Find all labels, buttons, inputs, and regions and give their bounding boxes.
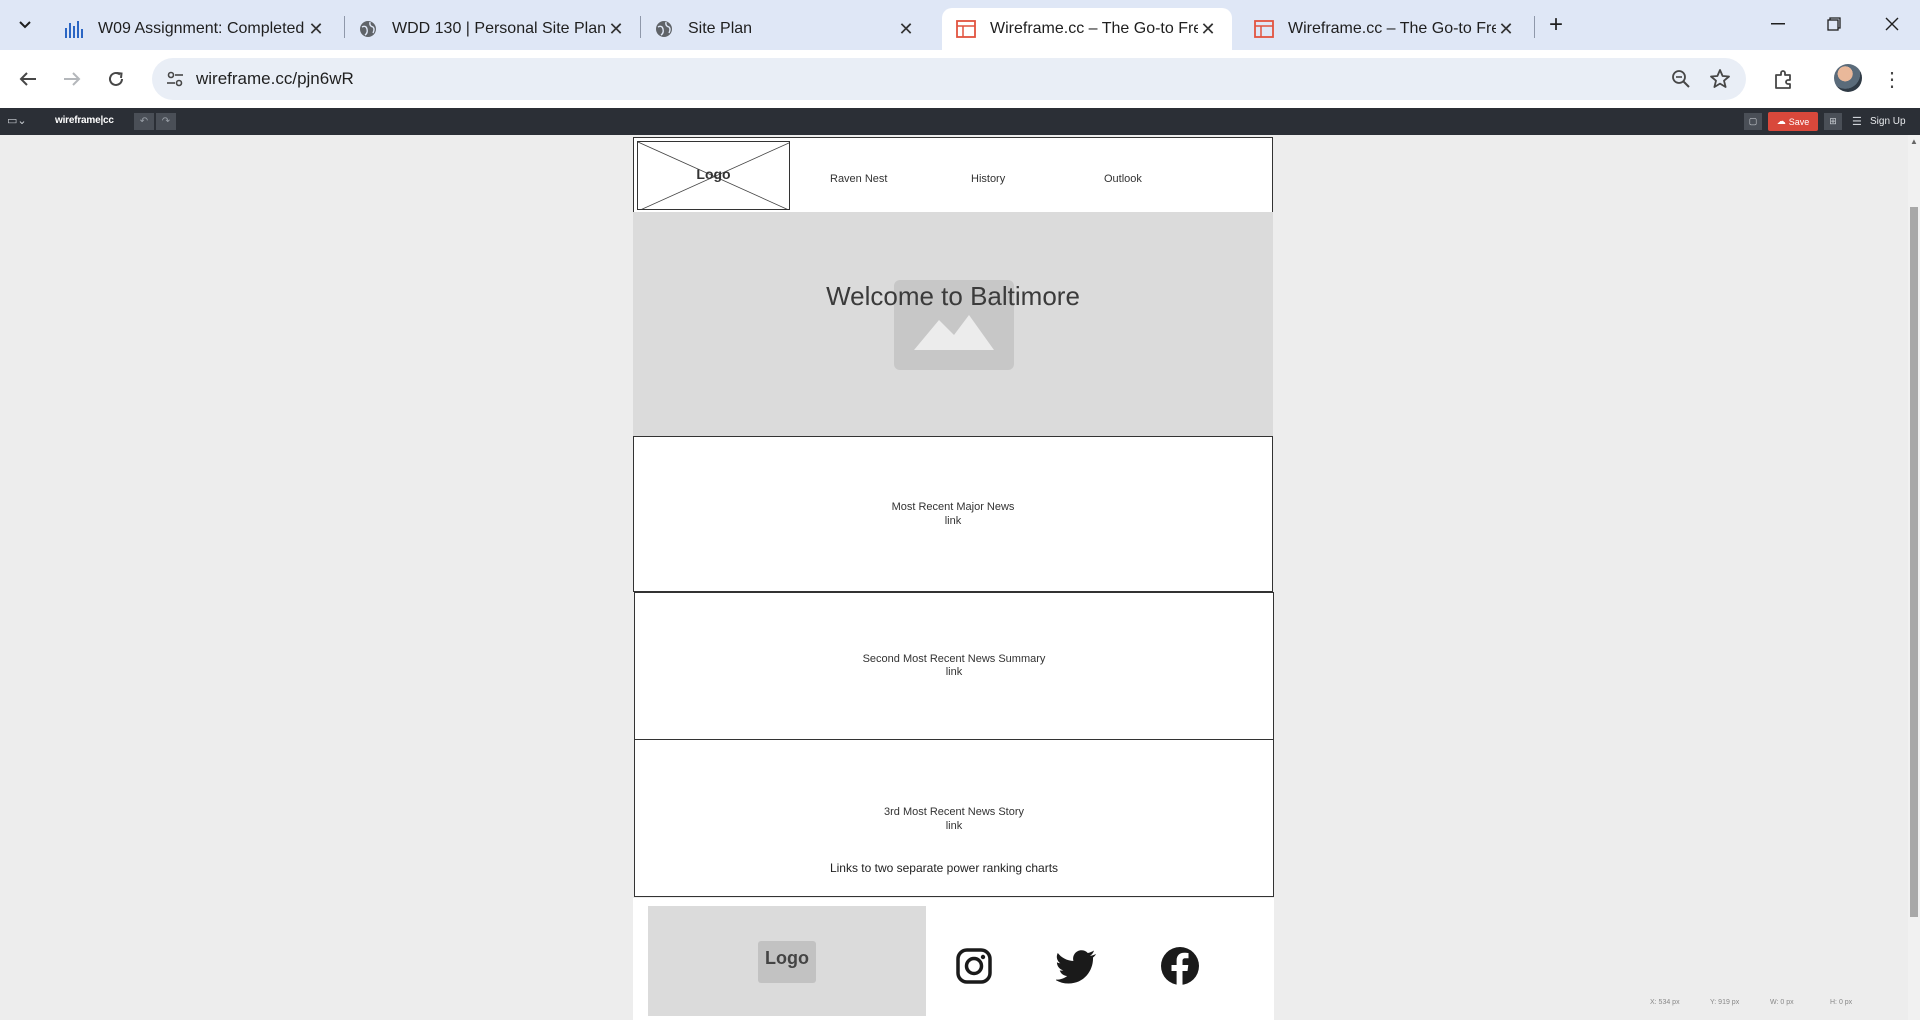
hero-section[interactable]: Welcome to Baltimore [633,212,1273,436]
wireframe-footer[interactable]: Logo [633,898,1274,1020]
news-link[interactable]: link [635,666,1273,679]
scrollbar-thumb[interactable] [1910,207,1918,917]
url-text: wireframe.cc/pjn6wR [196,69,354,88]
forward-button[interactable] [56,63,88,95]
cloud-icon: ☁ [1776,116,1786,126]
tab-site-plan[interactable]: Site Plan ✕ [640,8,930,50]
chevron-down-icon [19,21,31,29]
close-icon[interactable]: ✕ [1198,19,1218,39]
vertical-scrollbar[interactable]: ▲ [1908,135,1920,1020]
tab-search-button[interactable] [10,11,40,39]
coord-w: W: 0 px [1770,999,1794,1006]
cursor-readout: X: 534 px Y: 919 px W: 0 px H: 0 px [1650,999,1900,1006]
tab-separator [1534,16,1535,38]
news-box-2[interactable]: Second Most Recent News Summary link [634,592,1274,740]
tab-wireframe-active[interactable]: Wireframe.cc – The Go-to Free, ✕ [942,8,1232,50]
news-box-1[interactable]: Most Recent Major News link [633,436,1273,592]
app-toolbar: ▭⌄ wireframe|cc ↶ ↷ ▢ ☁ Save ⊞ ☰ Sign Up [0,108,1920,135]
bar-chart-icon [64,19,84,39]
comment-button[interactable]: ▢ [1744,113,1762,130]
undo-icon: ↶ [139,116,149,127]
close-icon [1885,17,1899,31]
close-icon[interactable]: ✕ [306,19,326,39]
globe-icon [654,19,674,39]
puzzle-icon [1775,70,1791,89]
coord-h: H: 0 px [1830,999,1853,1006]
site-info-icon[interactable] [164,68,186,90]
news-title: 3rd Most Recent News Story [884,806,1024,818]
close-icon[interactable]: ✕ [606,19,626,39]
browser-toolbar: wireframe.cc/pjn6wR ⋮ [0,50,1920,108]
tab-wdd130[interactable]: WDD 130 | Personal Site Plan Cr ✕ [344,8,640,50]
comment-icon: ▢ [1748,116,1758,126]
app-brand: wireframe|cc [55,115,114,126]
redo-button[interactable]: ↷ [156,113,176,130]
extensions-button[interactable] [1768,63,1800,95]
news-title: Second Most Recent News Summary [862,653,1046,665]
address-bar[interactable]: wireframe.cc/pjn6wR [152,58,1746,100]
tab-title: Wireframe.cc – The Go-to Free, [1288,20,1496,37]
settings-icon: ⊞ [1829,116,1837,126]
wireframe-icon [1254,19,1274,39]
signup-link[interactable]: Sign Up [1870,116,1906,127]
tab-title: Site Plan [688,20,753,37]
restore-icon [1827,17,1841,31]
new-tab-button[interactable]: + [1542,11,1570,39]
logo-placeholder[interactable]: Logo [637,141,790,210]
close-icon[interactable]: ✕ [1496,19,1516,39]
scroll-up-icon[interactable]: ▲ [1910,137,1918,146]
restore-button[interactable] [1806,0,1862,48]
tab-title: WDD 130 | Personal Site Plan Cr [392,20,606,37]
nav-link-history[interactable]: History [971,173,1005,185]
save-button[interactable]: ☁ Save [1768,112,1818,131]
bookmark-star-icon[interactable] [1708,67,1732,91]
footer-logo-label: Logo [765,948,809,968]
hero-title: Welcome to Baltimore [826,281,1080,311]
hamburger-menu-icon[interactable]: ☰ [1852,115,1862,128]
close-icon[interactable]: ✕ [896,19,916,39]
reload-icon [109,71,123,86]
minimize-icon [1771,23,1785,25]
wireframe-header[interactable]: Logo Raven Nest History Outlook [633,137,1273,212]
zoom-icon[interactable] [1670,68,1692,90]
arrow-left-icon [19,72,36,86]
minimize-button[interactable] [1750,0,1806,48]
wireframe-icon [956,19,976,39]
tab-strip: W09 Assignment: Completed Pe ✕ WDD 130 |… [0,0,1920,50]
kebab-menu-icon: ⋮ [1882,68,1902,91]
template-select-icon[interactable]: ▭⌄ [7,114,27,127]
nav-link-outlook[interactable]: Outlook [1104,173,1142,185]
twitter-icon[interactable] [1055,946,1096,986]
tab-title: Wireframe.cc – The Go-to Free, [990,20,1198,37]
grid-settings-button[interactable]: ⊞ [1824,113,1842,130]
logo-label: Logo [696,166,731,182]
facebook-icon[interactable] [1160,946,1200,986]
tab-wireframe-2[interactable]: Wireframe.cc – The Go-to Free, ✕ [1240,8,1530,50]
profile-avatar[interactable] [1834,64,1862,92]
close-window-button[interactable] [1864,0,1920,48]
news-link[interactable]: link [634,515,1272,528]
undo-button[interactable]: ↶ [134,113,154,130]
tab-w09-assignment[interactable]: W09 Assignment: Completed Pe ✕ [50,8,340,50]
tab-title: W09 Assignment: Completed Pe [98,20,306,37]
redo-icon: ↷ [161,116,171,127]
plus-icon: + [1548,11,1563,38]
save-label: Save [1788,116,1810,127]
browser-menu-button[interactable]: ⋮ [1880,63,1904,95]
back-button[interactable] [12,63,44,95]
coord-y: Y: 919 px [1710,999,1740,1006]
instagram-icon[interactable] [954,946,994,986]
news-title: Most Recent Major News [891,501,1015,513]
reload-button[interactable] [100,63,132,95]
arrow-right-icon [64,72,81,86]
footer-logo-placeholder[interactable]: Logo [648,906,926,1016]
news-box-3[interactable]: 3rd Most Recent News Story link Links to… [634,739,1274,897]
news-link[interactable]: link [635,820,1273,833]
coord-x: X: 534 px [1650,999,1680,1006]
nav-link-raven-nest[interactable]: Raven Nest [830,173,887,185]
globe-icon [358,19,378,39]
rankings-note: Links to two separate power ranking char… [829,861,1059,875]
